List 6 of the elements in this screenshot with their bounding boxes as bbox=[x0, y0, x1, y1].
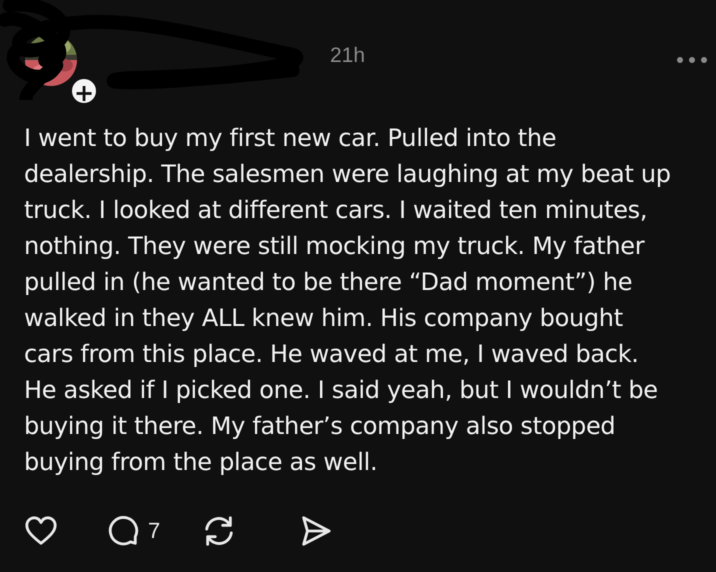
post-text: I went to buy my first new car. Pulled into the dealership. The salesmen were laughing at my beat up truck. I looked at different cars. I waited ten minutes, nothing. They were still mocking my truck. My father pulled in (he wanted to be there “Dad moment”) he walked in they ALL knew him. His company bought cars from this place. He waved at me, I waved back. He asked if I picked one. I said yeah, but I wouldn’t be buying it there. My father’s company also stopped buying from the place as well. bbox=[24, 123, 672, 478]
comment-icon[interactable] bbox=[106, 514, 140, 548]
post-timestamp: 21h bbox=[330, 44, 366, 68]
follow-button[interactable]: + bbox=[70, 77, 98, 105]
reply-count: 7 bbox=[148, 518, 160, 544]
more-options-icon[interactable] bbox=[676, 56, 708, 64]
